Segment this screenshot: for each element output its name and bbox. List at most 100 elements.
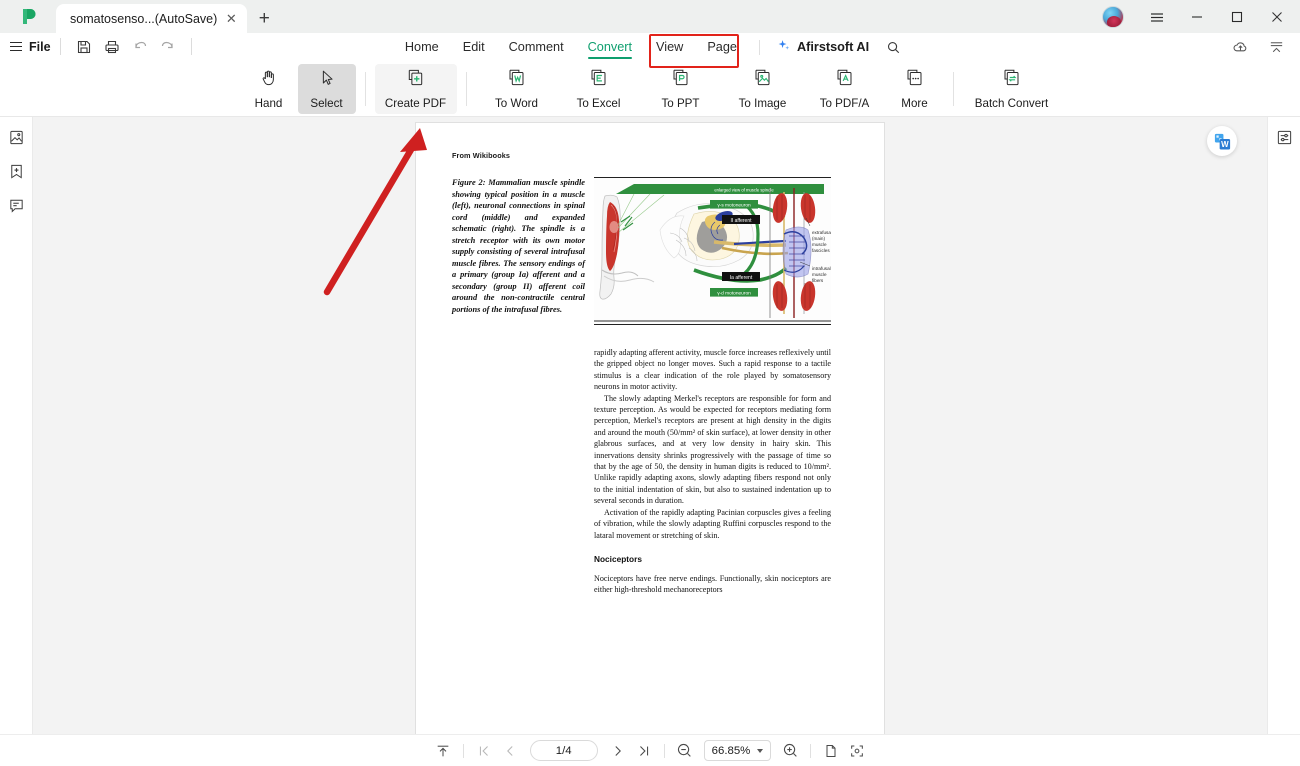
zoom-level-value: 66.85% bbox=[711, 744, 751, 757]
document-tab-title: somatosenso...(AutoSave) bbox=[70, 11, 218, 26]
redo-icon[interactable] bbox=[154, 35, 182, 59]
to-ppt-button[interactable]: To PPT bbox=[640, 64, 722, 114]
to-ppt-icon bbox=[670, 67, 691, 93]
document-canvas[interactable]: W From Wikibooks Figure 2: Mammalian mus… bbox=[33, 117, 1267, 734]
svg-text:fascicles: fascicles bbox=[812, 248, 830, 253]
batch-convert-icon bbox=[1001, 67, 1022, 93]
zoom-in-icon[interactable] bbox=[777, 739, 803, 763]
batch-convert-label: Batch Convert bbox=[974, 97, 1049, 110]
fit-screen-icon[interactable] bbox=[844, 739, 870, 763]
to-ppt-label: To PPT bbox=[661, 97, 700, 110]
to-image-label: To Image bbox=[738, 97, 787, 110]
divider bbox=[465, 71, 467, 106]
menu-item-comment[interactable]: Comment bbox=[497, 36, 576, 58]
status-bar: 1/4 66.85% bbox=[0, 734, 1300, 766]
properties-panel-icon[interactable] bbox=[1272, 125, 1296, 149]
to-excel-button[interactable]: To Excel bbox=[558, 64, 640, 114]
more-label: More bbox=[901, 97, 928, 110]
to-pdfa-label: To PDF/A bbox=[819, 97, 870, 110]
zoom-level-dropdown[interactable]: 66.85% bbox=[703, 740, 772, 761]
source-line: From Wikibooks bbox=[452, 151, 511, 160]
figure-caption: Figure 2: Mammalian muscle spindle showi… bbox=[452, 178, 585, 314]
cloud-upload-icon[interactable] bbox=[1226, 35, 1254, 59]
close-tab-icon[interactable]: ✕ bbox=[223, 11, 239, 27]
thumbnail-panel-icon[interactable] bbox=[4, 125, 28, 149]
new-tab-icon[interactable]: + bbox=[247, 4, 281, 33]
title-bar: somatosenso...(AutoSave) ✕ + bbox=[0, 0, 1300, 33]
menu-item-edit[interactable]: Edit bbox=[451, 36, 497, 58]
create-pdf-icon bbox=[405, 67, 426, 93]
svg-text:muscle: muscle bbox=[812, 242, 827, 247]
to-word-button[interactable]: To Word bbox=[476, 64, 558, 114]
fit-to-top-icon[interactable] bbox=[430, 739, 456, 763]
to-word-label: To Word bbox=[495, 97, 538, 110]
bookmark-panel-icon[interactable] bbox=[4, 159, 28, 183]
document-tab[interactable]: somatosenso...(AutoSave) ✕ bbox=[56, 4, 248, 33]
previous-page-icon[interactable] bbox=[497, 739, 523, 763]
hand-tool-button[interactable]: Hand bbox=[240, 64, 298, 114]
ai-sparkle-icon bbox=[776, 38, 791, 56]
chevron-down-icon bbox=[757, 748, 764, 753]
more-button[interactable]: More bbox=[886, 64, 944, 114]
afirstsoft-ai-label: Afirstsoft AI bbox=[796, 40, 870, 54]
to-excel-icon bbox=[588, 67, 609, 93]
single-page-view-icon[interactable] bbox=[818, 739, 844, 763]
pdf-page: From Wikibooks Figure 2: Mammalian muscl… bbox=[416, 123, 884, 734]
first-page-icon[interactable] bbox=[471, 739, 497, 763]
svg-text:muscle: muscle bbox=[812, 272, 827, 277]
svg-text:Ia afferent: Ia afferent bbox=[730, 275, 753, 281]
menu-bar: File Home Edit Comment Convert View Page… bbox=[0, 33, 1300, 61]
divider bbox=[758, 39, 760, 55]
close-window-icon[interactable] bbox=[1258, 0, 1296, 33]
menu-item-page[interactable]: Page bbox=[695, 36, 749, 58]
to-word-icon bbox=[506, 67, 527, 93]
menu-item-convert[interactable]: Convert bbox=[576, 36, 644, 59]
undo-icon[interactable] bbox=[126, 35, 154, 59]
more-icon bbox=[904, 67, 925, 93]
app-logo bbox=[0, 0, 56, 33]
print-icon[interactable] bbox=[98, 35, 126, 59]
hand-tool-label: Hand bbox=[254, 96, 283, 110]
afirstsoft-ai-button[interactable]: Afirstsoft AI bbox=[770, 34, 875, 60]
divider bbox=[190, 38, 192, 55]
to-image-button[interactable]: To Image bbox=[722, 64, 804, 114]
comment-panel-icon[interactable] bbox=[4, 193, 28, 217]
to-image-icon bbox=[752, 67, 773, 93]
menu-item-view[interactable]: View bbox=[644, 36, 695, 58]
collapse-ribbon-icon[interactable] bbox=[1262, 35, 1290, 59]
maximize-icon[interactable] bbox=[1218, 0, 1256, 33]
next-page-icon[interactable] bbox=[605, 739, 631, 763]
menu-items: Home Edit Comment Convert View Page Afir… bbox=[0, 33, 1300, 61]
batch-convert-button[interactable]: Batch Convert bbox=[963, 64, 1061, 114]
divider bbox=[810, 743, 812, 758]
right-panel-rail bbox=[1267, 117, 1300, 734]
minimize-icon[interactable] bbox=[1178, 0, 1216, 33]
hamburger-icon bbox=[10, 41, 22, 52]
svg-text:extrafusal: extrafusal bbox=[812, 230, 831, 235]
menu-right-icons bbox=[1226, 33, 1290, 61]
page-indicator[interactable]: 1/4 bbox=[529, 740, 598, 761]
avatar[interactable] bbox=[1102, 5, 1124, 28]
file-menu-label: File bbox=[29, 39, 51, 54]
svg-text:γ-s motoneuron: γ-s motoneuron bbox=[717, 202, 751, 208]
create-pdf-button[interactable]: Create PDF bbox=[374, 63, 457, 114]
convert-to-word-fab[interactable]: W bbox=[1207, 126, 1237, 156]
search-icon[interactable] bbox=[879, 35, 907, 59]
file-menu-button[interactable]: File bbox=[10, 40, 51, 54]
divider bbox=[364, 71, 366, 106]
save-icon[interactable] bbox=[70, 35, 98, 59]
select-tool-button[interactable]: Select bbox=[297, 63, 356, 114]
divider bbox=[663, 743, 665, 758]
zoom-out-icon[interactable] bbox=[672, 739, 698, 763]
select-tool-label: Select bbox=[310, 96, 343, 110]
menu-item-home[interactable]: Home bbox=[393, 36, 451, 58]
create-pdf-label: Create PDF bbox=[384, 97, 447, 110]
last-page-icon[interactable] bbox=[631, 739, 657, 763]
to-pdfa-button[interactable]: To PDF/A bbox=[804, 64, 886, 114]
cursor-arrow-icon bbox=[317, 68, 337, 93]
main-menu-icon[interactable] bbox=[1138, 0, 1176, 33]
divider bbox=[952, 71, 954, 106]
paragraph: Activation of the rapidly adapting Pacin… bbox=[594, 507, 831, 540]
to-excel-label: To Excel bbox=[576, 97, 621, 110]
divider bbox=[59, 38, 61, 55]
